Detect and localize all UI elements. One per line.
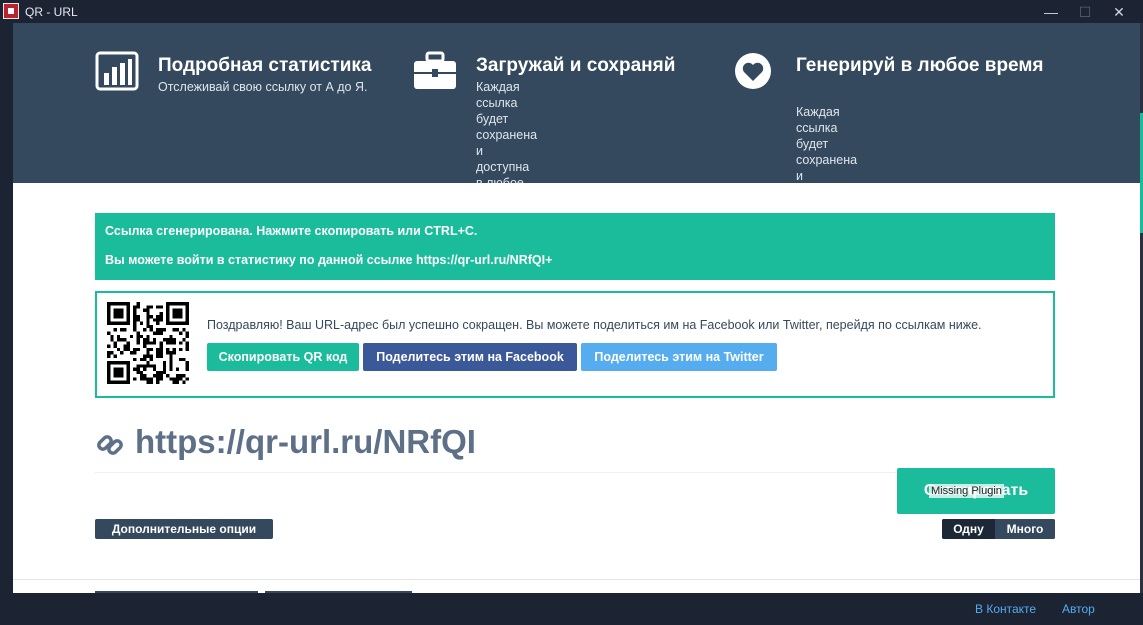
author-link[interactable]: Автор <box>1062 602 1095 616</box>
success-alert: Ссылка сгенерирована. Нажмите скопироват… <box>95 213 1055 280</box>
share-message: Поздравляю! Ваш URL-адрес был успешно со… <box>207 318 982 332</box>
mode-many-button[interactable]: Много <box>995 519 1055 539</box>
feature-title: Подробная статистика <box>158 55 372 76</box>
missing-plugin-overlay: Missing Plugin <box>929 484 1004 498</box>
close-button[interactable]: ✕ <box>1104 2 1134 22</box>
alert-line-1: Ссылка сгенерирована. Нажмите скопироват… <box>105 224 478 238</box>
features-header: Подробная статистика Отслеживай свою ссы… <box>13 23 1140 231</box>
alert-line-2: Вы можете войти в статистику по данной с… <box>105 253 553 267</box>
vk-link[interactable]: В Контакте <box>975 602 1036 616</box>
share-panel: Поздравляю! Ваш URL-адрес был успешно со… <box>95 291 1055 398</box>
short-url[interactable]: https://qr-url.ru/NRfQI <box>135 423 476 461</box>
qr-code <box>107 302 189 384</box>
feature-title: Загружай и сохраняй <box>476 55 676 76</box>
maximize-button[interactable]: ☐ <box>1070 2 1100 22</box>
share-facebook-button[interactable]: Поделитесь этим на Facebook <box>363 343 577 371</box>
bar-chart-icon <box>95 51 139 91</box>
link-icon <box>97 435 123 455</box>
title-bar: QR - URL — ☐ ✕ <box>0 0 1143 23</box>
more-options-button[interactable]: Дополнительные опции <box>95 519 273 539</box>
app-icon <box>3 3 19 19</box>
mode-toggle: Одну Много <box>942 519 1055 539</box>
section-divider <box>13 579 1140 580</box>
minimize-button[interactable]: — <box>1036 2 1066 22</box>
copy-url-button[interactable]: Скопировать Missing Plugin <box>897 468 1055 514</box>
window-title: QR - URL <box>25 5 78 19</box>
feature-title: Генерируй в любое время <box>796 55 1044 76</box>
feature-text: Отслеживай свою ссылку от А до Я. <box>158 80 368 94</box>
mode-one-button[interactable]: Одну <box>942 519 995 539</box>
share-twitter-button[interactable]: Поделитесь этим на Twitter <box>581 343 777 371</box>
main-content: Ссылка сгенерирована. Нажмите скопироват… <box>13 183 1140 593</box>
copy-qr-button[interactable]: Скопировать QR код <box>207 343 359 371</box>
footer: В Контакте Автор <box>0 593 1143 625</box>
heart-icon <box>735 53 771 89</box>
briefcase-icon <box>414 51 456 89</box>
